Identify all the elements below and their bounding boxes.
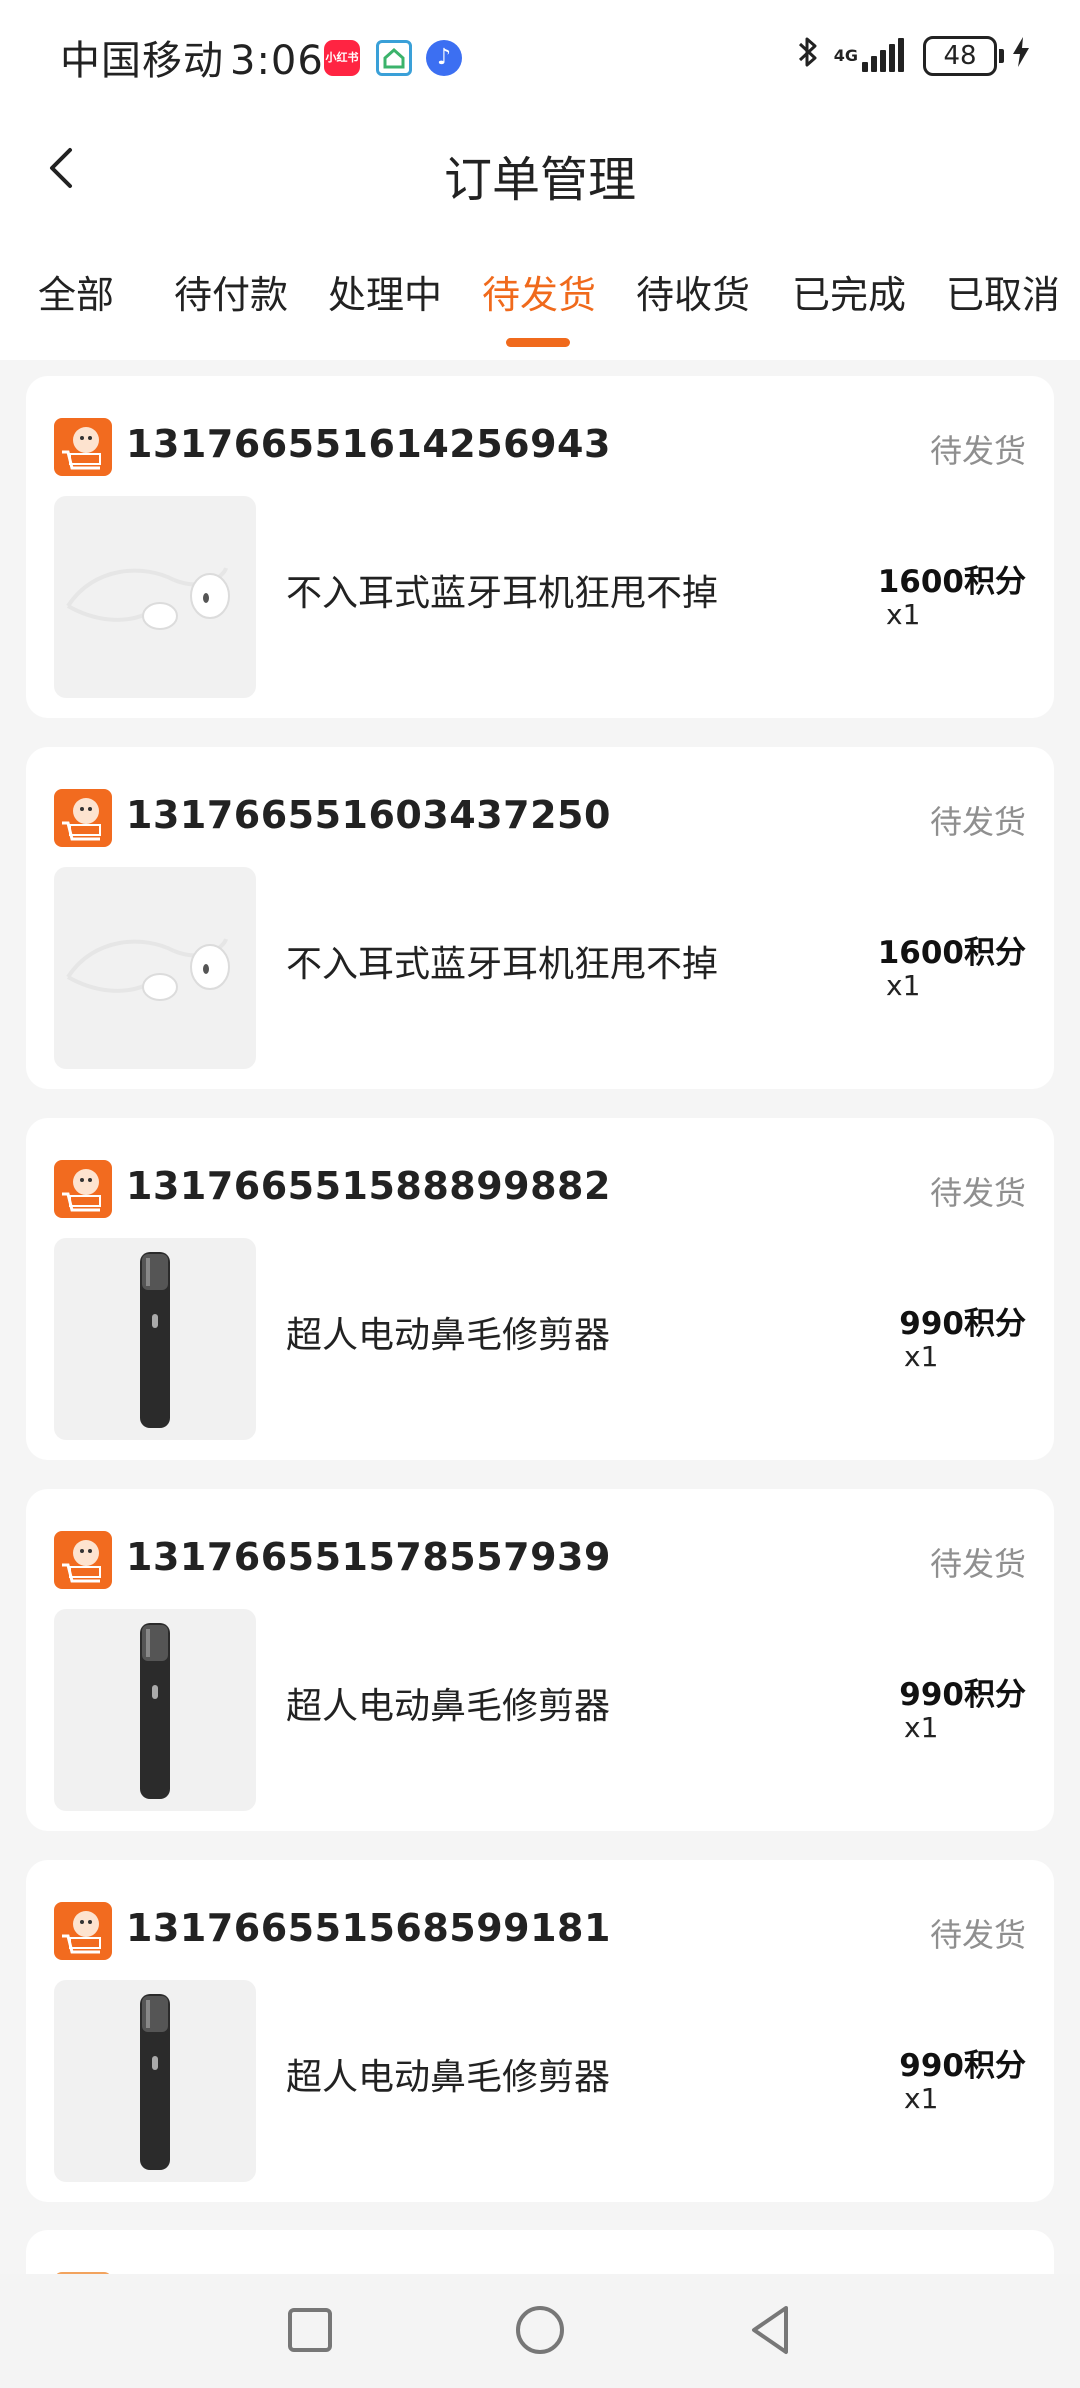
tab-cancelled[interactable]: 已取消 [946, 264, 1060, 319]
recent-apps-icon[interactable] [282, 2302, 338, 2358]
trimmer-image [54, 1238, 256, 1440]
status-carrier-time: 中国移动 3:06 [60, 28, 324, 86]
battery-icon: 48 [923, 36, 997, 76]
quantity: x1 [904, 2082, 939, 2115]
order-card[interactable]: 131766551603437250 待发货 不入耳式蓝牙耳机狂甩不掉 1600… [26, 747, 1054, 1089]
quantity: x1 [904, 1340, 939, 1373]
signal-icon [862, 38, 907, 72]
earphones-image [54, 496, 256, 698]
clock: 3:06 [230, 38, 324, 84]
music-app-icon: ♪ [426, 40, 462, 76]
bluetooth-icon [796, 34, 820, 79]
order-card[interactable]: 131766551578557939 待发货 超人电动鼻毛修剪器 990积分 x… [26, 1489, 1054, 1831]
product-name: 超人电动鼻毛修剪器 [286, 2057, 611, 2098]
product-name: 超人电动鼻毛修剪器 [286, 1315, 611, 1356]
status-indicators: 4G 48 [796, 36, 1032, 76]
order-number: 131766551588899882 [126, 1164, 611, 1208]
order-tabs: 全部 待付款 处理中 待发货 待收货 已完成 已取消 [0, 250, 1080, 360]
back-triangle-icon[interactable] [742, 2302, 798, 2358]
tab-processing[interactable]: 处理中 [328, 264, 442, 319]
carrier-name: 中国移动 [60, 38, 224, 84]
nav-bar: 订单管理 [0, 118, 1080, 218]
order-number: 131766551603437250 [126, 793, 611, 837]
status-bar: 中国移动 3:06 小红书 ♪ 4G 48 [0, 0, 1080, 110]
order-status: 待发货 [929, 1174, 1026, 1212]
points-price: 1600积分 [877, 935, 1026, 971]
home-app-icon [376, 40, 412, 76]
order-status: 待发货 [929, 1545, 1026, 1583]
network-type: 4G [833, 46, 858, 65]
tab-all[interactable]: 全部 [38, 264, 114, 319]
product-name: 不入耳式蓝牙耳机狂甩不掉 [286, 573, 719, 614]
order-status: 待发货 [929, 432, 1026, 470]
tab-pending-payment[interactable]: 待付款 [174, 264, 288, 319]
order-card[interactable]: 131766551588899882 待发货 超人电动鼻毛修剪器 990积分 x… [26, 1118, 1054, 1460]
tab-pending-receipt[interactable]: 待收货 [636, 264, 750, 319]
quantity: x1 [886, 598, 921, 631]
home-icon[interactable] [512, 2302, 568, 2358]
order-status: 待发货 [929, 803, 1026, 841]
order-status: 待发货 [929, 1916, 1026, 1954]
shop-logo-icon [54, 1531, 112, 1589]
shop-logo-icon [54, 1902, 112, 1960]
system-nav-bar [0, 2274, 1080, 2388]
trimmer-image [54, 1980, 256, 2182]
order-card[interactable]: 131766551614256943 待发货 不入耳式蓝牙耳机狂甩不掉 1600… [26, 376, 1054, 718]
product-name: 超人电动鼻毛修剪器 [286, 1686, 611, 1727]
order-management-screen: 中国移动 3:06 小红书 ♪ 4G 48 订单管理 全部 待付款 处理中 待发… [0, 0, 1080, 2388]
tab-pending-shipment[interactable]: 待发货 [482, 264, 596, 319]
shop-logo-icon [54, 1160, 112, 1218]
earphones-image [54, 867, 256, 1069]
top-panel: 中国移动 3:06 小红书 ♪ 4G 48 订单管理 全部 待付款 处理中 待发… [0, 0, 1080, 360]
points-price: 990积分 [899, 1306, 1026, 1342]
battery-level: 48 [943, 41, 977, 71]
tab-completed[interactable]: 已完成 [792, 264, 906, 319]
order-number: 131766551568599181 [126, 1906, 611, 1950]
order-card[interactable]: 131766551568599181 待发货 超人电动鼻毛修剪器 990积分 x… [26, 1860, 1054, 2202]
xiaohongshu-icon: 小红书 [324, 40, 360, 76]
points-price: 990积分 [899, 2048, 1026, 2084]
quantity: x1 [904, 1711, 939, 1744]
order-number: 131766551578557939 [126, 1535, 611, 1579]
shop-logo-icon [54, 418, 112, 476]
quantity: x1 [886, 969, 921, 1002]
points-price: 1600积分 [877, 564, 1026, 600]
trimmer-image [54, 1609, 256, 1811]
shop-logo-icon [54, 789, 112, 847]
battery-cap [999, 49, 1004, 63]
page-title: 订单管理 [443, 152, 636, 208]
points-price: 990积分 [899, 1677, 1026, 1713]
charging-icon [1010, 35, 1032, 77]
order-number: 131766551614256943 [126, 422, 611, 466]
tab-active-indicator [506, 338, 570, 347]
product-name: 不入耳式蓝牙耳机狂甩不掉 [286, 944, 719, 985]
